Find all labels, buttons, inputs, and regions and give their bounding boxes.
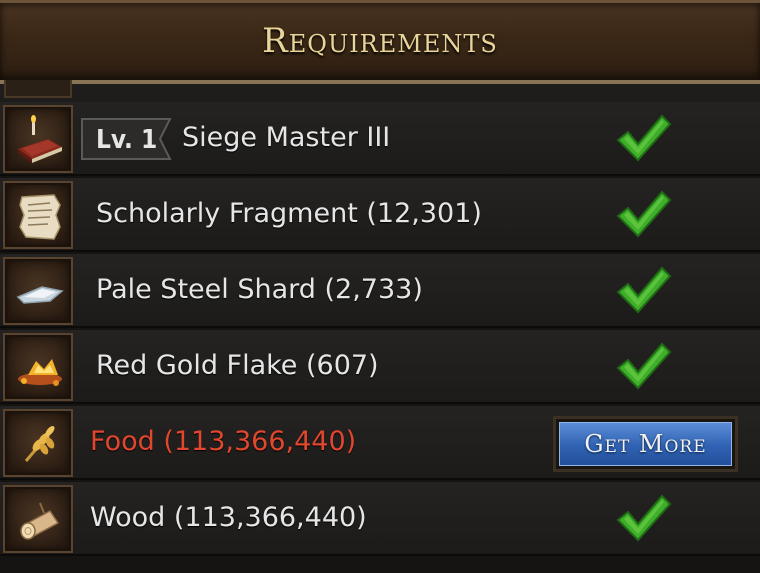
requirement-row: Food (113,366,440) Get More	[0, 406, 760, 480]
requirement-row: Wood (113,366,440)	[0, 482, 760, 556]
requirement-row: Lv. 1 Siege Master III	[0, 102, 760, 176]
checkmark-icon	[616, 114, 672, 162]
requirement-label: Siege Master III	[182, 122, 391, 153]
requirement-label: Wood (113,366,440)	[90, 502, 367, 533]
requirement-label: Pale Steel Shard (2,733)	[96, 274, 423, 305]
level-badge: Lv. 1	[80, 117, 172, 161]
level-text: Lv. 1	[96, 125, 158, 155]
get-more-button[interactable]: Get More	[553, 416, 738, 472]
checkmark-icon	[616, 266, 672, 314]
requirement-row: Pale Steel Shard (2,733)	[0, 254, 760, 328]
partial-row	[0, 80, 760, 104]
skill-book-icon	[3, 105, 73, 173]
requirements-list[interactable]: Lv. 1 Siege Master III Scholarly Fragmen…	[0, 80, 760, 573]
gold-flake-icon	[3, 333, 73, 401]
page-title: Requirements	[262, 21, 498, 61]
requirement-row: Scholarly Fragment (12,301)	[0, 178, 760, 252]
steel-shard-icon	[3, 257, 73, 325]
partial-slot	[4, 80, 72, 98]
parchment-icon	[3, 181, 73, 249]
requirement-row: Red Gold Flake (607)	[0, 330, 760, 404]
checkmark-icon	[616, 190, 672, 238]
requirement-label: Red Gold Flake (607)	[96, 350, 379, 381]
get-more-label: Get More	[559, 422, 732, 466]
requirements-header: Requirements	[0, 0, 760, 84]
wheat-icon	[3, 409, 73, 477]
checkmark-icon	[616, 342, 672, 390]
checkmark-icon	[616, 494, 672, 542]
log-icon	[3, 485, 73, 553]
requirement-label: Scholarly Fragment (12,301)	[96, 198, 482, 229]
requirement-label: Food (113,366,440)	[90, 426, 357, 457]
